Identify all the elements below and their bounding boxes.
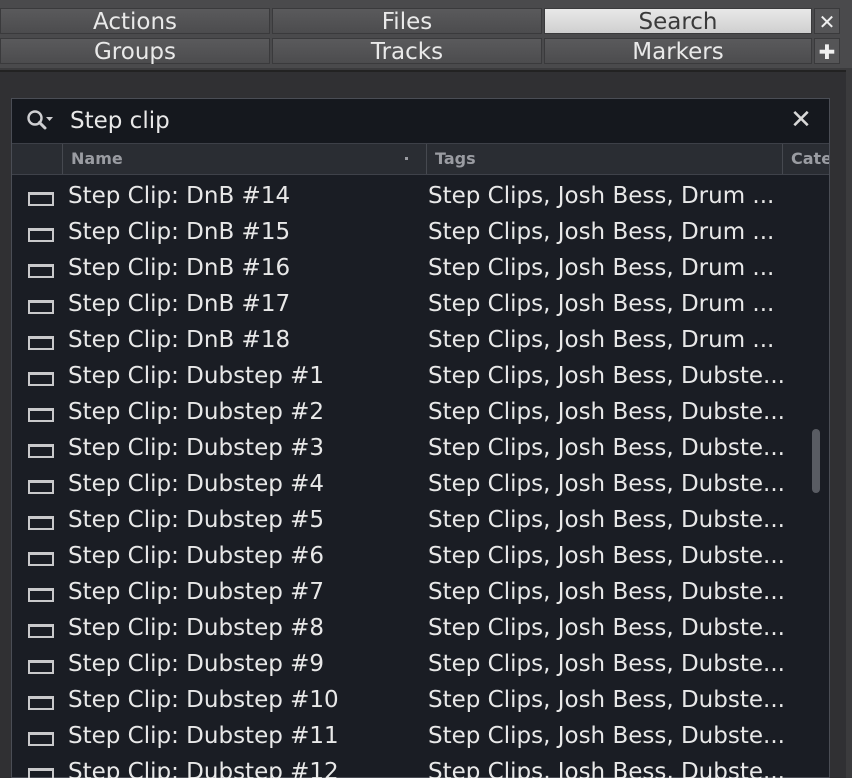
item-tags: Step Clips, Josh Bess, Drum ...: [428, 255, 775, 281]
results-list: Step Clip: DnB #14 Step Clips, Josh Bess,…: [12, 175, 812, 778]
sort-indicator-icon: [405, 157, 408, 160]
list-item[interactable]: Step Clip: DnB #17 Step Clips, Josh Bess,…: [12, 286, 812, 322]
item-tags: Step Clips, Josh Bess, Dubste...: [428, 471, 785, 497]
item-tags: Step Clips, Josh Bess, Drum ...: [428, 219, 775, 245]
list-item[interactable]: Step Clip: Dubstep #12 Step Clips, Josh B…: [12, 754, 812, 778]
item-tags: Step Clips, Josh Bess, Dubste...: [428, 543, 785, 569]
item-tags: Step Clips, Josh Bess, Dubste...: [428, 435, 785, 461]
tab-tracks[interactable]: Tracks: [272, 38, 542, 65]
tab-markers[interactable]: Markers: [544, 38, 812, 65]
list-item[interactable]: Step Clip: Dubstep #11 Step Clips, Josh B…: [12, 718, 812, 754]
results-frame: ✕ Name Tags Cate Step Clip: DnB #14Step …: [11, 98, 830, 778]
list-item[interactable]: Step Clip: DnB #14 Step Clips, Josh Bess,…: [12, 178, 812, 214]
add-icon[interactable]: ✚: [814, 38, 840, 64]
list-item[interactable]: Step Clip: Dubstep #5 Step Clips, Josh Be…: [12, 502, 812, 538]
clip-icon: [28, 552, 54, 566]
tab-search[interactable]: Search: [544, 8, 812, 35]
clip-icon: [28, 192, 54, 206]
close-icon[interactable]: ✕: [814, 8, 840, 34]
clip-icon: [28, 660, 54, 674]
item-name: Step Clip: DnB #14: [68, 183, 291, 209]
list-item[interactable]: Step Clip: Dubstep #1 Step Clips, Josh Be…: [12, 358, 812, 394]
item-tags: Step Clips, Josh Bess, Dubste...: [428, 723, 785, 749]
clip-icon: [28, 408, 54, 422]
item-tags: Step Clips, Josh Bess, Drum ...: [428, 327, 775, 353]
list-item[interactable]: Step Clip: DnB #15 Step Clips, Josh Bess,…: [12, 214, 812, 250]
item-name: Step Clip: Dubstep #1: [68, 363, 325, 389]
column-header: Name Tags Cate: [12, 144, 829, 175]
tab-actions[interactable]: Actions: [0, 8, 270, 35]
item-name: Step Clip: Dubstep #11: [68, 723, 339, 749]
clear-search-icon[interactable]: ✕: [787, 106, 815, 134]
item-name: Step Clip: DnB #16: [68, 255, 291, 281]
tab-files[interactable]: Files: [272, 8, 542, 35]
column-header-name[interactable]: Name: [62, 144, 426, 174]
item-name: Step Clip: DnB #18: [68, 327, 291, 353]
item-tags: Step Clips, Josh Bess, Drum ...: [428, 291, 775, 317]
item-name: Step Clip: Dubstep #9: [68, 651, 325, 677]
search-bar: ✕: [12, 99, 829, 144]
clip-icon: [28, 732, 54, 746]
item-name: Step Clip: Dubstep #6: [68, 543, 325, 569]
clip-icon: [28, 264, 54, 278]
search-panel: ✕ Name Tags Cate Step Clip: DnB #14Step …: [0, 70, 846, 778]
search-icon[interactable]: [26, 109, 54, 133]
list-item[interactable]: Step Clip: Dubstep #7 Step Clips, Josh Be…: [12, 574, 812, 610]
search-input[interactable]: [70, 106, 760, 136]
list-item[interactable]: Step Clip: DnB #16 Step Clips, Josh Bess,…: [12, 250, 812, 286]
item-name: Step Clip: DnB #15: [68, 219, 291, 245]
list-item[interactable]: Step Clip: Dubstep #4 Step Clips, Josh Be…: [12, 466, 812, 502]
item-name: Step Clip: Dubstep #8: [68, 615, 325, 641]
item-name: Step Clip: Dubstep #10: [68, 687, 339, 713]
item-tags: Step Clips, Josh Bess, Dubste...: [428, 615, 785, 641]
clip-icon: [28, 768, 54, 778]
item-tags: Step Clips, Josh Bess, Dubste...: [428, 363, 785, 389]
clip-icon: [28, 624, 54, 638]
list-item[interactable]: Step Clip: Dubstep #6 Step Clips, Josh Be…: [12, 538, 812, 574]
item-name: Step Clip: Dubstep #4: [68, 471, 325, 497]
clip-icon: [28, 588, 54, 602]
item-tags: Step Clips, Josh Bess, Drum ...: [428, 183, 775, 209]
scrollbar-thumb[interactable]: [812, 429, 820, 493]
list-item[interactable]: Step Clip: DnB #18 Step Clips, Josh Bess,…: [12, 322, 812, 358]
item-tags: Step Clips, Josh Bess, Dubste...: [428, 579, 785, 605]
list-item[interactable]: Step Clip: Dubstep #10 Step Clips, Josh B…: [12, 682, 812, 718]
item-name: Step Clip: Dubstep #5: [68, 507, 325, 533]
item-tags: Step Clips, Josh Bess, Dubste...: [428, 399, 785, 425]
clip-icon: [28, 300, 54, 314]
clip-icon: [28, 444, 54, 458]
item-tags: Step Clips, Josh Bess, Dubste...: [428, 507, 785, 533]
tab-groups[interactable]: Groups: [0, 38, 270, 65]
item-name: Step Clip: DnB #17: [68, 291, 291, 317]
column-header-tags[interactable]: Tags: [426, 144, 782, 174]
item-name: Step Clip: Dubstep #3: [68, 435, 325, 461]
item-tags: Step Clips, Josh Bess, Dubste...: [428, 687, 785, 713]
clip-icon: [28, 516, 54, 530]
item-tags: Step Clips, Josh Bess, Dubste...: [428, 651, 785, 677]
clip-icon: [28, 228, 54, 242]
item-name: Step Clip: Dubstep #12: [68, 759, 339, 778]
column-header-category[interactable]: Cate: [782, 144, 829, 174]
clip-icon: [28, 372, 54, 386]
item-tags: Step Clips, Josh Bess, Dubste...: [428, 759, 785, 778]
item-name: Step Clip: Dubstep #7: [68, 579, 325, 605]
browser-tab-bar: Actions Files Search ✕ Groups Tracks Mar…: [0, 0, 852, 68]
clip-icon: [28, 696, 54, 710]
list-item[interactable]: Step Clip: Dubstep #8 Step Clips, Josh Be…: [12, 610, 812, 646]
item-name: Step Clip: Dubstep #2: [68, 399, 325, 425]
list-item[interactable]: Step Clip: Dubstep #9 Step Clips, Josh Be…: [12, 646, 812, 682]
clip-icon: [28, 336, 54, 350]
clip-icon: [28, 480, 54, 494]
list-item[interactable]: Step Clip: Dubstep #3 Step Clips, Josh Be…: [12, 430, 812, 466]
list-item[interactable]: Step Clip: Dubstep #2 Step Clips, Josh Be…: [12, 394, 812, 430]
